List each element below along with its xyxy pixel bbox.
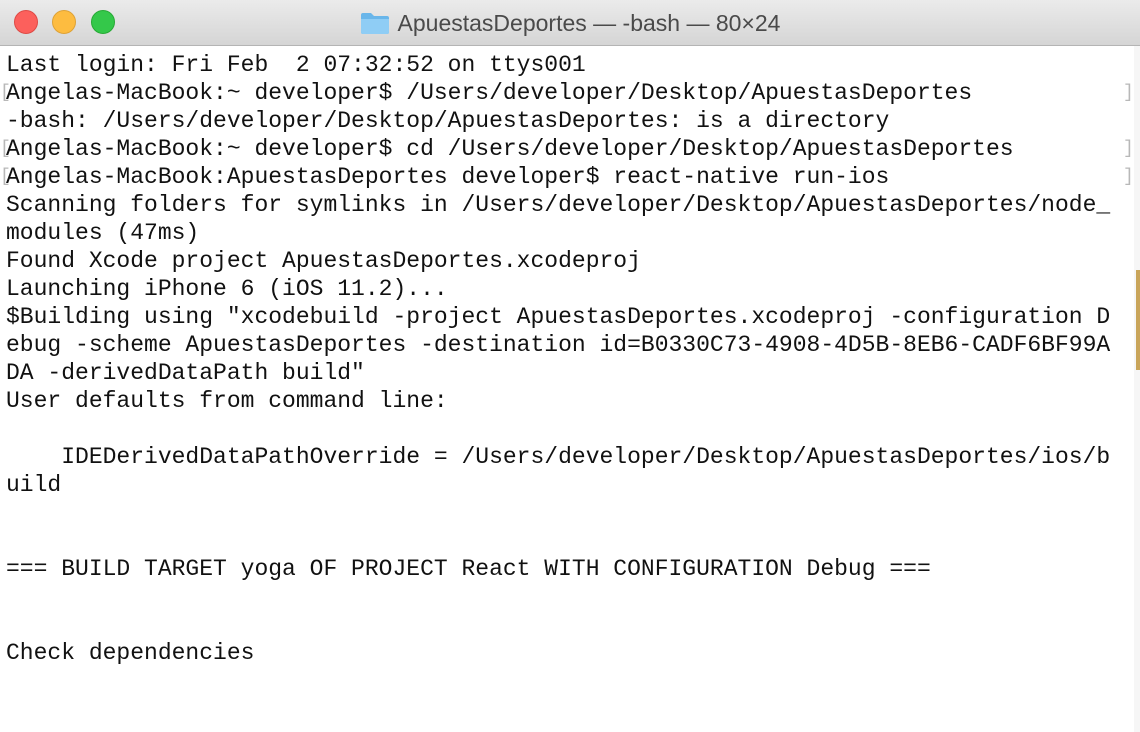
terminal-line: === BUILD TARGET yoga OF PROJECT React W… xyxy=(6,556,931,582)
terminal-line: modules (47ms) xyxy=(6,220,200,246)
terminal-line: Found Xcode project ApuestasDeportes.xco… xyxy=(6,248,641,274)
terminal-line: -bash: /Users/developer/Desktop/Apuestas… xyxy=(6,108,890,134)
title-bar[interactable]: ApuestasDeportes — -bash — 80×24 xyxy=(0,0,1140,46)
window-title: ApuestasDeportes — -bash — 80×24 xyxy=(397,9,781,36)
terminal-line: IDEDerivedDataPathOverride = /Users/deve… xyxy=(6,444,1111,470)
terminal-line: Angelas-MacBook:~ developer$ cd /Users/d… xyxy=(6,136,1014,162)
scrollbar[interactable] xyxy=(1134,46,1140,732)
prompt-mark-left: [ xyxy=(0,83,11,103)
terminal-line: Check dependencies xyxy=(6,640,255,666)
prompt-mark-right: ] xyxy=(1123,139,1134,159)
terminal-line: Angelas-MacBook:ApuestasDeportes develop… xyxy=(6,164,890,190)
terminal-output[interactable]: Last login: Fri Feb 2 07:32:52 on ttys00… xyxy=(0,46,1140,732)
terminal-line: Angelas-MacBook:~ developer$ /Users/deve… xyxy=(6,80,973,106)
prompt-mark-left: [ xyxy=(0,139,11,159)
window-title-group: ApuestasDeportes — -bash — 80×24 xyxy=(0,0,1140,46)
background-window-edge xyxy=(1136,270,1140,370)
folder-icon xyxy=(360,13,389,34)
terminal-line: Launching iPhone 6 (iOS 11.2)... xyxy=(6,276,448,302)
terminal-line: DA -derivedDataPath build" xyxy=(6,360,365,386)
terminal-line: Last login: Fri Feb 2 07:32:52 on ttys00… xyxy=(6,52,586,78)
terminal-lines: Last login: Fri Feb 2 07:32:52 on ttys00… xyxy=(6,51,1110,667)
terminal-line: User defaults from command line: xyxy=(6,388,448,414)
terminal-line: Scanning folders for symlinks in /Users/… xyxy=(6,192,1111,218)
terminal-line: uild xyxy=(6,472,62,498)
prompt-mark-left: [ xyxy=(0,167,11,187)
terminal-window: ApuestasDeportes — -bash — 80×24 Last lo… xyxy=(0,0,1140,732)
terminal-line: $Building using "xcodebuild -project Apu… xyxy=(6,304,1111,330)
terminal-line: ebug -scheme ApuestasDeportes -destinati… xyxy=(6,332,1111,358)
prompt-mark-right: ] xyxy=(1123,167,1134,187)
prompt-mark-right: ] xyxy=(1123,83,1134,103)
